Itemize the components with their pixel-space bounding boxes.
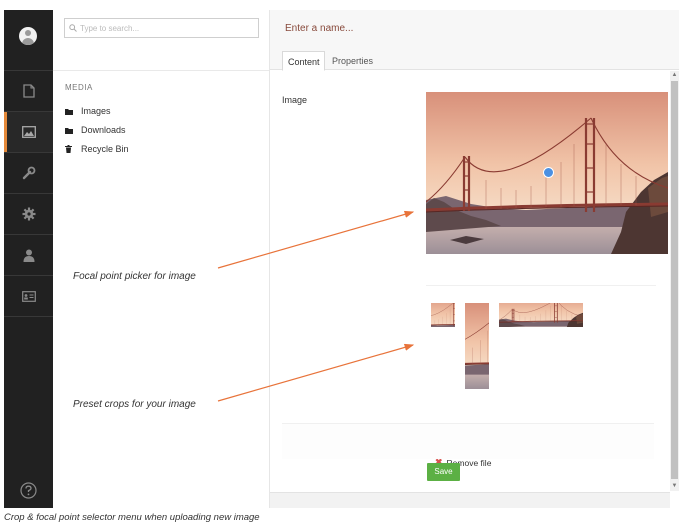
tree-item-recycle-bin[interactable]: Recycle Bin	[65, 142, 129, 156]
nav-settings-button[interactable]	[4, 152, 53, 193]
editor-body: Image ✖ Remove file	[270, 71, 670, 493]
crops-annotation: Preset crops for your image	[73, 399, 196, 410]
figure-caption: Crop & focal point selector menu when up…	[4, 512, 260, 523]
media-icon	[21, 126, 36, 138]
scroll-up-arrow-icon[interactable]: ▲	[671, 72, 678, 79]
save-button[interactable]: Save	[427, 463, 460, 481]
tree-item-label: Downloads	[81, 125, 126, 135]
folder-icon	[65, 108, 73, 115]
tab-content[interactable]: Content	[282, 51, 325, 71]
search-box[interactable]	[64, 18, 259, 38]
tree-item-images[interactable]: Images	[65, 104, 111, 118]
crop-thumbnail-wide[interactable]	[499, 303, 583, 327]
document-icon	[22, 84, 35, 98]
nav-separator	[4, 316, 53, 317]
scroll-down-arrow-icon[interactable]: ▼	[671, 483, 678, 490]
search-input[interactable]	[80, 21, 255, 36]
tree-item-downloads[interactable]: Downloads	[65, 123, 126, 137]
main-nav-rail	[4, 10, 53, 508]
nav-content-button[interactable]	[4, 70, 53, 111]
editor-scrollbar[interactable]: ▲ ▼	[670, 71, 679, 491]
user-icon	[23, 249, 34, 262]
focal-annotation: Focal point picker for image	[73, 271, 196, 282]
nav-developer-button[interactable]	[4, 193, 53, 234]
help-icon[interactable]	[20, 482, 37, 499]
nav-members-button[interactable]	[4, 275, 53, 316]
scrollbar-thumb[interactable]	[671, 81, 678, 479]
empty-property-row	[282, 423, 654, 459]
media-tree-panel: MEDIA Images Downloads Recycle Bin	[53, 10, 270, 508]
image-divider	[426, 285, 656, 286]
focal-point-handle[interactable]	[543, 167, 554, 178]
tree-item-label: Images	[81, 106, 111, 116]
avatar-icon[interactable]	[19, 27, 37, 45]
focal-point-image[interactable]	[426, 92, 668, 254]
crop-thumbnail-square[interactable]	[431, 303, 455, 327]
folder-icon	[65, 127, 73, 134]
name-input[interactable]	[285, 21, 535, 35]
nav-users-button[interactable]	[4, 234, 53, 275]
search-icon	[69, 24, 77, 32]
crop-thumbnail-portrait[interactable]	[465, 303, 489, 389]
gear-icon	[22, 207, 35, 221]
id-card-icon	[21, 290, 36, 302]
wrench-icon	[22, 166, 35, 180]
tree-section-title: MEDIA	[65, 83, 93, 92]
tree-divider	[53, 70, 269, 71]
image-property-label: Image	[282, 95, 308, 105]
editor-header: Content Properties	[270, 10, 679, 71]
editor-footer	[270, 492, 670, 508]
media-editor: Content Properties Image ✖ Remove file ▲…	[270, 10, 679, 508]
tree-item-label: Recycle Bin	[81, 144, 129, 154]
tab-properties[interactable]: Properties	[327, 51, 378, 71]
trash-icon	[65, 145, 73, 153]
nav-media-button[interactable]	[4, 111, 53, 153]
